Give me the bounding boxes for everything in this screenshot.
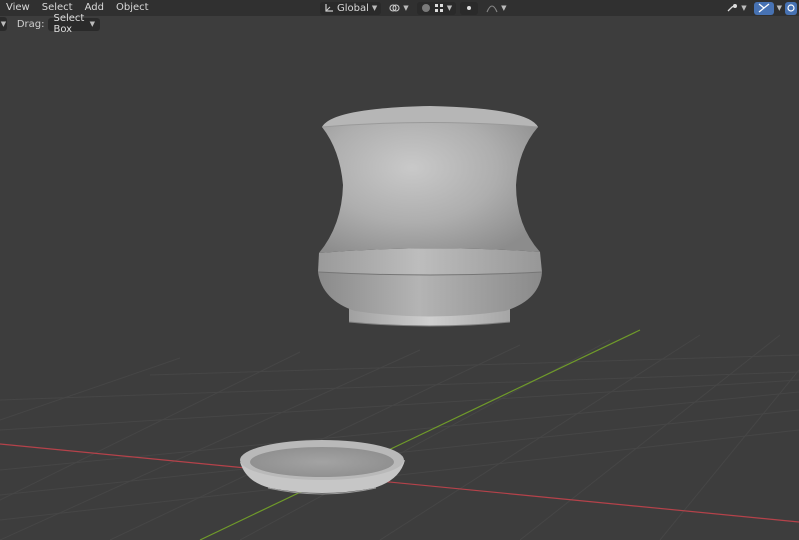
transform-tools: Global ▼ ▼ ▼ ▼ xyxy=(320,0,510,16)
menu-object[interactable]: Object xyxy=(110,0,155,16)
drag-mode-dropdown[interactable]: Select Box ▼ xyxy=(48,13,100,35)
chevron-down-icon: ▼ xyxy=(501,4,507,12)
transform-orientation-label: Global xyxy=(337,2,369,14)
y-axis-line xyxy=(199,329,641,540)
drag-label: Drag: xyxy=(16,18,45,30)
pivot-point-dropdown[interactable]: ▼ xyxy=(385,2,412,15)
transform-orientation-dropdown[interactable]: Global ▼ xyxy=(320,1,382,15)
drag-mode-value: Select Box xyxy=(53,13,85,35)
proportional-editing-toggle[interactable] xyxy=(460,1,479,15)
plate-object[interactable] xyxy=(240,440,405,495)
gizmo-icon xyxy=(727,4,738,12)
3d-viewport[interactable] xyxy=(0,0,799,540)
chevron-down-icon[interactable]: ▼ xyxy=(0,17,7,31)
gizmo-dropdown[interactable]: ▼ xyxy=(722,2,750,15)
vase-object[interactable] xyxy=(317,106,543,327)
snap-grid-icon xyxy=(434,4,443,12)
pivot-point-icon xyxy=(389,4,400,12)
chevron-down-icon: ▼ xyxy=(741,4,747,12)
chevron-down-icon: ▼ xyxy=(403,4,409,12)
view-toggle[interactable] xyxy=(785,1,797,15)
chevron-down-icon[interactable]: ▼ xyxy=(777,4,782,12)
overlay-toggle[interactable] xyxy=(753,1,774,15)
snap-toggle[interactable]: ▼ xyxy=(416,1,457,15)
menu-view[interactable]: View xyxy=(0,0,36,16)
chevron-down-icon: ▼ xyxy=(371,4,378,12)
proportional-editing-icon xyxy=(467,6,472,10)
falloff-curve-icon xyxy=(486,5,498,13)
falloff-dropdown[interactable]: ▼ xyxy=(482,2,510,15)
viewport-right-tools: ▼ ▼ xyxy=(722,0,799,16)
transform-orientation-icon xyxy=(325,4,333,12)
chevron-down-icon: ▼ xyxy=(446,4,453,12)
overlay-icon xyxy=(758,3,770,13)
chevron-down-icon: ▼ xyxy=(89,20,95,28)
snap-icon xyxy=(421,4,430,12)
floor-grid xyxy=(0,334,799,540)
view-toggle-icon xyxy=(787,4,795,12)
tool-settings-bar: ▼ Drag: Select Box ▼ xyxy=(0,13,100,35)
